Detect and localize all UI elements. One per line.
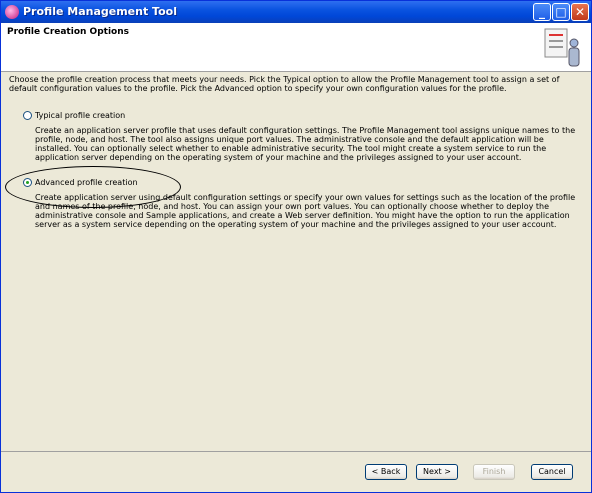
page-title: Profile Creation Options [7, 27, 129, 37]
intro-text: Choose the profile creation process that… [9, 75, 560, 93]
wizard-window: Profile Management Tool _ □ ✕ Profile Cr… [0, 0, 592, 493]
typical-label: Typical profile creation [35, 111, 126, 120]
footer-divider [1, 451, 591, 452]
maximize-button[interactable]: □ [552, 3, 570, 21]
advanced-label: Advanced profile creation [35, 178, 138, 187]
window-title: Profile Management Tool [23, 5, 177, 18]
title-bar[interactable]: Profile Management Tool _ □ ✕ [1, 1, 591, 23]
cancel-button[interactable]: Cancel [531, 464, 573, 480]
close-button[interactable]: ✕ [571, 3, 589, 21]
finish-button[interactable]: Finish [473, 464, 515, 480]
wizard-checklist-icon [544, 28, 580, 67]
next-button[interactable]: Next > [416, 464, 458, 480]
typical-radio[interactable] [23, 111, 32, 120]
wizard-header: Profile Creation Options [1, 23, 591, 72]
typical-description: Create an application server profile tha… [35, 126, 576, 162]
advanced-radio[interactable] [23, 178, 32, 187]
app-icon [5, 5, 19, 19]
advanced-description: Create application server using default … [35, 193, 576, 229]
typical-option[interactable]: Typical profile creation [23, 111, 125, 120]
advanced-option[interactable]: Advanced profile creation [23, 178, 138, 187]
back-button[interactable]: < Back [365, 464, 407, 480]
minimize-button[interactable]: _ [533, 3, 551, 21]
